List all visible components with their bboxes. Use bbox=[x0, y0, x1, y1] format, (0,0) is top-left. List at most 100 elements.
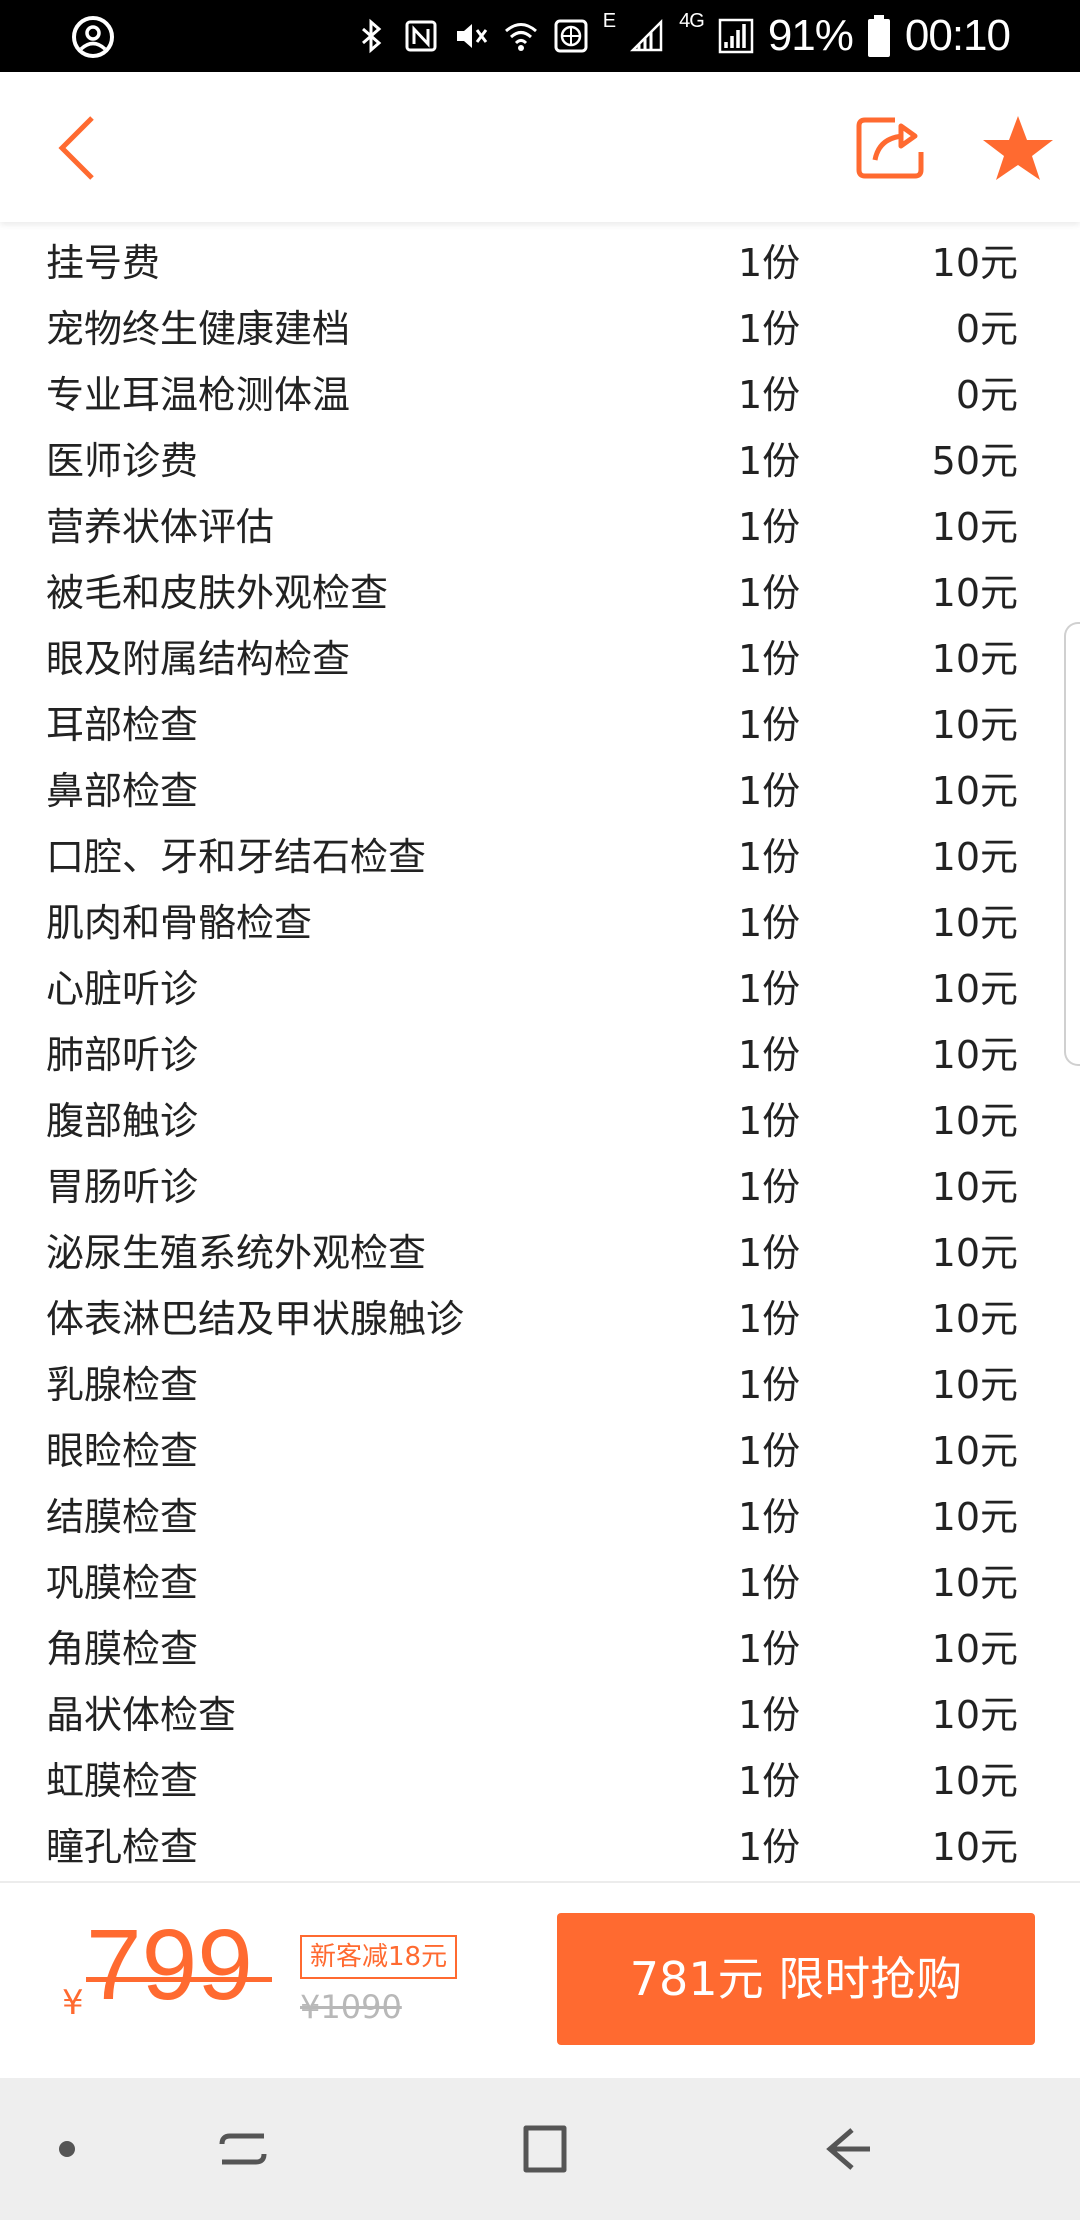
item-quantity: 1份 bbox=[738, 1099, 801, 1143]
list-item: 体表淋巴结及甲状腺触诊 1份 10元 bbox=[0, 1286, 1080, 1352]
chevron-left-icon[interactable] bbox=[50, 112, 110, 184]
item-price: 10元 bbox=[931, 901, 1018, 945]
signal-icon bbox=[630, 18, 663, 52]
list-item: 耳部检查 1份 10元 bbox=[0, 692, 1080, 758]
item-quantity: 1份 bbox=[738, 1429, 801, 1473]
battery-percent: 91% bbox=[767, 11, 854, 60]
system-nav-bar bbox=[0, 2078, 1080, 2220]
item-price: 10元 bbox=[931, 1759, 1018, 1803]
dot-icon[interactable] bbox=[32, 2114, 102, 2184]
item-quantity: 1份 bbox=[738, 1495, 801, 1539]
list-item: 医师诊费 1份 50元 bbox=[0, 428, 1080, 494]
list-item: 专业耳温枪测体温 1份 0元 bbox=[0, 362, 1080, 428]
item-price: 0元 bbox=[955, 307, 1018, 351]
back-icon[interactable] bbox=[812, 2114, 882, 2184]
list-item: 挂号费 1份 10元 bbox=[0, 230, 1080, 296]
nfc-icon bbox=[405, 20, 437, 52]
item-quantity: 1份 bbox=[738, 1231, 801, 1275]
battery-icon bbox=[867, 15, 890, 57]
list-item: 晶状体检查 1份 10元 bbox=[0, 1682, 1080, 1748]
item-name: 肌肉和骨骼检查 bbox=[46, 901, 313, 945]
purchase-bar: ¥ 799 新客减18元 ¥1090 781元 限时抢购 bbox=[0, 1883, 1080, 2078]
list-item: 营养状体评估 1份 10元 bbox=[0, 494, 1080, 560]
item-name: 肺部听诊 bbox=[46, 1033, 199, 1077]
clock: 00:10 bbox=[904, 11, 1011, 60]
item-price: 10元 bbox=[931, 1033, 1018, 1077]
item-quantity: 1份 bbox=[738, 967, 801, 1011]
item-name: 眼及附属结构检查 bbox=[46, 637, 351, 681]
item-quantity: 1份 bbox=[738, 769, 801, 813]
list-item: 眼及附属结构检查 1份 10元 bbox=[0, 626, 1080, 692]
list-item: 肺部听诊 1份 10元 bbox=[0, 1022, 1080, 1088]
item-name: 专业耳温枪测体温 bbox=[46, 373, 351, 417]
item-quantity: 1份 bbox=[738, 703, 801, 747]
list-item: 胃肠听诊 1份 10元 bbox=[0, 1154, 1080, 1220]
item-name: 胃肠听诊 bbox=[46, 1165, 199, 1209]
recent-apps-icon[interactable] bbox=[208, 2114, 278, 2184]
item-name: 泌尿生殖系统外观检查 bbox=[46, 1231, 427, 1275]
list-item: 腹部触诊 1份 10元 bbox=[0, 1088, 1080, 1154]
item-quantity: 1份 bbox=[738, 241, 801, 285]
item-price: 10元 bbox=[931, 1363, 1018, 1407]
item-name: 结膜检查 bbox=[46, 1495, 199, 1539]
list-item: 结膜检查 1份 10元 bbox=[0, 1484, 1080, 1550]
item-quantity: 1份 bbox=[738, 901, 801, 945]
list-item: 虹膜检查 1份 10元 bbox=[0, 1748, 1080, 1814]
buy-button[interactable]: 781元 限时抢购 bbox=[557, 1913, 1035, 2045]
item-name: 宠物终生健康建档 bbox=[46, 307, 351, 351]
new-customer-badge: 新客减18元 bbox=[300, 1935, 458, 1979]
item-quantity: 1份 bbox=[738, 1165, 801, 1209]
item-price: 10元 bbox=[931, 1231, 1018, 1275]
star-icon[interactable] bbox=[980, 112, 1056, 184]
item-name: 乳腺检查 bbox=[46, 1363, 199, 1407]
original-price: ¥1090 bbox=[300, 1988, 402, 2026]
wifi-icon bbox=[504, 23, 537, 51]
item-quantity: 1份 bbox=[738, 1759, 801, 1803]
item-name: 挂号费 bbox=[46, 241, 161, 285]
item-price: 10元 bbox=[931, 835, 1018, 879]
item-name: 晶状体检查 bbox=[46, 1693, 237, 1737]
item-price: 10元 bbox=[931, 1165, 1018, 1209]
item-name: 眼睑检查 bbox=[46, 1429, 199, 1473]
item-price: 10元 bbox=[931, 1825, 1018, 1869]
item-quantity: 1份 bbox=[738, 1297, 801, 1341]
list-item: 被毛和皮肤外观检查 1份 10元 bbox=[0, 560, 1080, 626]
currency-symbol: ¥ bbox=[62, 1983, 84, 2023]
item-quantity: 1份 bbox=[738, 1033, 801, 1077]
list-item: 瞳孔检查 1份 10元 bbox=[0, 1814, 1080, 1880]
edge-label: E bbox=[602, 10, 616, 32]
list-item: 眼睑检查 1份 10元 bbox=[0, 1418, 1080, 1484]
item-price: 10元 bbox=[931, 1693, 1018, 1737]
signal-icon-2 bbox=[718, 18, 754, 54]
list-item: 巩膜检查 1份 10元 bbox=[0, 1550, 1080, 1616]
item-name: 瞳孔检查 bbox=[46, 1825, 199, 1869]
item-quantity: 1份 bbox=[738, 439, 801, 483]
status-bar: E 4G 91% 00:10 bbox=[0, 0, 1080, 72]
item-price: 10元 bbox=[931, 1429, 1018, 1473]
home-icon[interactable] bbox=[510, 2114, 580, 2184]
item-quantity: 1份 bbox=[738, 571, 801, 615]
account-circle-icon bbox=[72, 16, 114, 58]
item-name: 鼻部检查 bbox=[46, 769, 199, 813]
price-strikethrough bbox=[86, 1977, 272, 1982]
list-item: 乳腺检查 1份 10元 bbox=[0, 1352, 1080, 1418]
item-price: 10元 bbox=[931, 967, 1018, 1011]
item-price: 10元 bbox=[931, 769, 1018, 813]
item-name: 口腔、牙和牙结石检查 bbox=[46, 835, 427, 879]
item-name: 被毛和皮肤外观检查 bbox=[46, 571, 389, 615]
item-name: 体表淋巴结及甲状腺触诊 bbox=[46, 1297, 465, 1341]
item-quantity: 1份 bbox=[738, 1693, 801, 1737]
item-quantity: 1份 bbox=[738, 1363, 801, 1407]
share-icon[interactable] bbox=[855, 112, 927, 184]
scroll-handle[interactable] bbox=[1064, 622, 1080, 1066]
item-list[interactable]: 挂号费 1份 10元 宠物终生健康建档 1份 0元 专业耳温枪测体温 1份 0元 医师诊费 1份 50… bbox=[0, 222, 1080, 1882]
item-name: 医师诊费 bbox=[46, 439, 199, 483]
item-price: 10元 bbox=[931, 1561, 1018, 1605]
top-bar bbox=[0, 72, 1080, 222]
current-price: 799 bbox=[86, 1909, 253, 2021]
item-quantity: 1份 bbox=[738, 505, 801, 549]
item-name: 心脏听诊 bbox=[46, 967, 199, 1011]
list-item: 鼻部检查 1份 10元 bbox=[0, 758, 1080, 824]
item-price: 0元 bbox=[955, 373, 1018, 417]
